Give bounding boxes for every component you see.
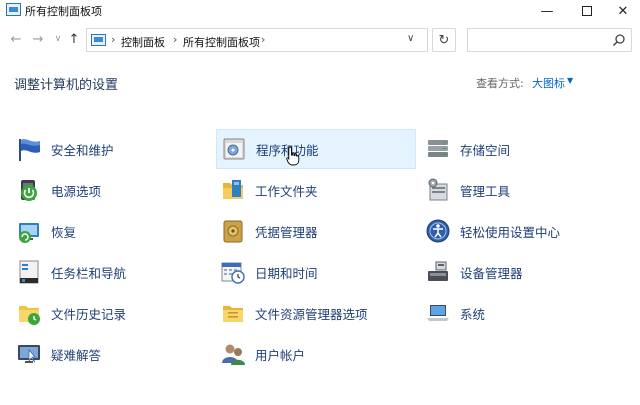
item-label: 设备管理器 xyxy=(460,265,523,281)
item-label: 任务栏和导航 xyxy=(51,265,127,281)
control-panel-icon xyxy=(6,3,21,16)
folder-options-icon xyxy=(223,306,243,322)
item-label: 轻松使用设置中心 xyxy=(460,224,561,240)
security-flag-icon xyxy=(19,139,40,161)
item-credential-manager[interactable]: 凭据管理器 xyxy=(216,211,416,251)
address-bar[interactable]: › 控制面板 › 所有控制面板项 › ∨ xyxy=(86,28,428,52)
view-by-dropdown[interactable]: 大图标 xyxy=(532,75,565,91)
item-file-explorer-options[interactable]: 文件资源管理器选项 xyxy=(216,293,416,333)
user-accounts-icon xyxy=(222,344,245,365)
view-by-label: 查看方式: xyxy=(476,77,524,90)
item-troubleshooting[interactable]: 疑难解答 xyxy=(12,334,202,374)
item-label: 系统 xyxy=(460,306,486,322)
item-label: 工作文件夹 xyxy=(255,183,318,199)
taskbar-icon xyxy=(19,260,39,284)
item-taskbar-navigation[interactable]: 任务栏和导航 xyxy=(12,252,202,292)
item-file-history[interactable]: 文件历史记录 xyxy=(12,293,202,333)
maximize-button[interactable] xyxy=(567,0,607,22)
recovery-icon xyxy=(19,223,39,243)
item-label: 文件资源管理器选项 xyxy=(255,306,368,322)
item-work-folders[interactable]: 工作文件夹 xyxy=(216,170,416,210)
search-icon[interactable] xyxy=(612,33,626,47)
item-label: 凭据管理器 xyxy=(255,224,318,240)
file-history-icon xyxy=(19,306,40,325)
search-box[interactable] xyxy=(467,28,632,52)
breadcrumb-separator[interactable]: › xyxy=(173,33,177,46)
refresh-button[interactable]: ↻ xyxy=(432,28,456,52)
close-button[interactable]: ✕ xyxy=(603,0,640,22)
breadcrumb-separator[interactable]: › xyxy=(111,33,115,46)
work-folders-icon xyxy=(223,180,243,199)
item-label: 恢复 xyxy=(51,224,77,240)
window-title: 所有控制面板项 xyxy=(25,5,102,18)
minimize-button[interactable]: — xyxy=(527,0,567,22)
item-label: 安全和维护 xyxy=(51,142,114,158)
item-label: 用户帐户 xyxy=(255,347,306,363)
storage-drives-icon xyxy=(428,140,448,157)
hand-cursor-icon xyxy=(286,146,300,166)
maximize-icon xyxy=(582,6,592,16)
item-power-options[interactable]: 电源选项 xyxy=(12,170,202,210)
breadcrumb-control-panel[interactable]: 控制面板 xyxy=(121,34,165,50)
programs-features-icon xyxy=(223,138,245,160)
item-label: 管理工具 xyxy=(460,183,511,199)
page-title: 调整计算机的设置 xyxy=(14,78,119,93)
device-manager-icon xyxy=(428,261,448,281)
breadcrumb-separator[interactable]: › xyxy=(261,33,265,46)
item-storage-spaces[interactable]: 存储空间 xyxy=(421,129,621,169)
item-ease-of-access[interactable]: 轻松使用设置中心 xyxy=(421,211,621,251)
item-label: 日期和时间 xyxy=(255,265,318,281)
view-by-caret-icon[interactable]: ▼ xyxy=(567,76,573,85)
forward-button[interactable]: → xyxy=(30,31,46,47)
item-recovery[interactable]: 恢复 xyxy=(12,211,202,251)
back-button[interactable]: ← xyxy=(8,31,24,47)
item-security-maintenance[interactable]: 安全和维护 xyxy=(12,129,202,169)
item-label: 疑难解答 xyxy=(51,347,102,363)
admin-tools-icon xyxy=(428,178,448,201)
address-dropdown-button[interactable]: ∨ xyxy=(407,33,414,44)
item-label: 电源选项 xyxy=(51,183,102,199)
troubleshooting-icon xyxy=(18,345,40,363)
item-user-accounts[interactable]: 用户帐户 xyxy=(216,334,416,374)
calendar-clock-icon xyxy=(221,262,245,284)
item-programs-features[interactable]: 程序和功能 xyxy=(216,129,416,169)
item-label: 存储空间 xyxy=(460,142,511,158)
item-system[interactable]: 系统 xyxy=(421,293,621,333)
title-bar: 所有控制面板项 — ✕ xyxy=(0,0,640,22)
item-administrative-tools[interactable]: 管理工具 xyxy=(421,170,621,210)
ease-of-access-icon xyxy=(426,219,450,243)
power-options-icon xyxy=(21,180,37,201)
item-label: 文件历史记录 xyxy=(51,306,127,322)
credential-vault-icon xyxy=(223,220,243,243)
control-panel-icon xyxy=(91,34,106,46)
item-device-manager[interactable]: 设备管理器 xyxy=(421,252,621,292)
breadcrumb-all-items[interactable]: 所有控制面板项 xyxy=(183,34,260,50)
item-date-time[interactable]: 日期和时间 xyxy=(216,252,416,292)
system-laptop-icon xyxy=(427,305,449,321)
up-button[interactable]: ↑ xyxy=(66,31,82,47)
recent-locations-button[interactable]: ∨ xyxy=(50,31,66,47)
